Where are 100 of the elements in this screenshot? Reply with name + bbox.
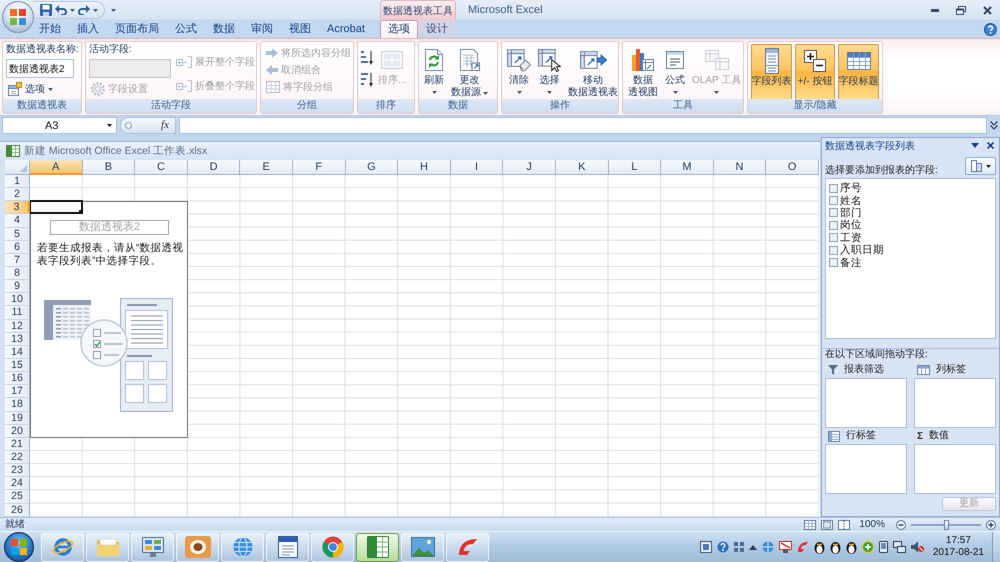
column-header[interactable]: M: [661, 160, 714, 175]
phone-icon[interactable]: [878, 541, 888, 553]
start-button[interactable]: [4, 532, 34, 562]
column-header[interactable]: E: [240, 160, 293, 175]
ribbon-button[interactable]: 数据 透视图: [626, 44, 660, 99]
globe-icon[interactable]: [762, 541, 774, 553]
ribbon-button[interactable]: 刷新: [422, 44, 446, 99]
ribbon-tab[interactable]: 公式: [167, 20, 205, 38]
field-checkbox[interactable]: [829, 208, 838, 218]
swirl-icon[interactable]: [796, 541, 809, 553]
row-header[interactable]: 11: [5, 306, 30, 320]
field-checkbox[interactable]: [829, 196, 838, 206]
plus-circle-icon[interactable]: [862, 541, 874, 553]
ribbon-tab[interactable]: 数据: [205, 20, 243, 38]
zoom-slider-thumb[interactable]: [944, 520, 949, 530]
field-name[interactable]: 入职日期: [840, 244, 884, 256]
page-layout-icon[interactable]: [821, 520, 834, 530]
close-icon[interactable]: [983, 6, 992, 14]
row-header[interactable]: 7: [5, 254, 30, 267]
network-icon[interactable]: [892, 541, 906, 553]
ribbon-tab[interactable]: 页面布局: [107, 20, 167, 38]
minimize-icon[interactable]: [931, 8, 939, 12]
penguin-icon[interactable]: [846, 540, 857, 554]
ribbon-tab[interactable]: 选项: [380, 20, 418, 38]
row-header[interactable]: 4: [5, 214, 30, 228]
field-name[interactable]: 备注: [840, 256, 862, 269]
zoom-in-icon[interactable]: [986, 520, 996, 530]
panel-menu-icon[interactable]: [971, 143, 979, 148]
layout-button[interactable]: [965, 157, 996, 175]
column-header[interactable]: B: [82, 160, 136, 175]
row-header[interactable]: 16: [5, 372, 30, 386]
ribbon-tab[interactable]: Acrobat: [319, 20, 373, 38]
save-icon[interactable]: [40, 4, 52, 16]
ribbon-tab[interactable]: 开始: [31, 20, 69, 38]
ribbon-tab[interactable]: 审阅: [243, 20, 281, 38]
ribbon-button[interactable]: 选择: [536, 44, 563, 99]
ribbon-tab[interactable]: 插入: [69, 20, 107, 38]
column-header[interactable]: N: [714, 160, 766, 175]
row-header[interactable]: 14: [5, 346, 30, 359]
help-icon[interactable]: [716, 541, 729, 553]
field-name[interactable]: 工资: [840, 232, 862, 244]
row-header[interactable]: 13: [5, 332, 30, 346]
column-header[interactable]: O: [766, 160, 819, 175]
speaker-muted-icon[interactable]: [910, 541, 924, 553]
taskbar-button[interactable]: [356, 532, 399, 562]
column-header[interactable]: G: [346, 160, 398, 175]
column-header[interactable]: C: [135, 160, 188, 175]
column-header[interactable]: J: [503, 160, 556, 175]
help-icon[interactable]: [984, 22, 997, 36]
row-header[interactable]: 15: [5, 358, 30, 372]
expand-chevron-icon[interactable]: [990, 121, 998, 130]
field-checkbox[interactable]: [829, 220, 838, 230]
row-header[interactable]: 6: [5, 240, 30, 254]
column-header[interactable]: K: [556, 160, 609, 175]
ribbon-button[interactable]: 公式: [663, 44, 687, 99]
toggle-button[interactable]: 字段列表: [751, 44, 792, 100]
row-header[interactable]: 10: [5, 293, 30, 306]
field-checkbox[interactable]: [829, 258, 838, 268]
field-name[interactable]: 岗位: [840, 219, 862, 232]
undo-icon[interactable]: [55, 5, 67, 15]
selected-cell[interactable]: [30, 200, 83, 214]
squares-icon[interactable]: [734, 542, 744, 552]
column-header[interactable]: I: [450, 160, 504, 175]
toggle-button[interactable]: +/- 按钮: [795, 44, 835, 100]
field-name[interactable]: 部门: [840, 206, 862, 219]
caret-icon[interactable]: [70, 8, 75, 12]
zoom-out-icon[interactable]: [896, 520, 906, 530]
caret-icon[interactable]: [93, 8, 98, 12]
row-header[interactable]: 2: [5, 188, 30, 202]
penguin-icon[interactable]: [830, 540, 841, 554]
close-icon[interactable]: [987, 142, 994, 149]
field-checkbox[interactable]: [829, 246, 838, 255]
page-break-icon[interactable]: [838, 520, 850, 530]
row-header[interactable]: 23: [5, 464, 30, 478]
office-button[interactable]: [2, 1, 34, 33]
row-header[interactable]: 8: [5, 266, 30, 280]
field-name[interactable]: 姓名: [840, 194, 862, 207]
row-header[interactable]: 12: [5, 320, 30, 333]
redo-icon[interactable]: [78, 5, 90, 15]
sort-descending-icon[interactable]: [361, 73, 373, 87]
field-name[interactable]: 序号: [840, 182, 862, 194]
column-header[interactable]: D: [188, 160, 240, 175]
restore-icon[interactable]: [956, 6, 966, 14]
row-header[interactable]: 19: [5, 412, 30, 425]
row-header[interactable]: 25: [5, 490, 30, 504]
row-header[interactable]: 5: [5, 228, 30, 241]
toggle-button[interactable]: 字段标题: [838, 44, 879, 100]
field-checkbox[interactable]: [829, 184, 838, 193]
box-icon[interactable]: [700, 541, 712, 553]
ribbon-button[interactable]: 清除: [505, 44, 533, 99]
caret-icon[interactable]: [111, 8, 116, 12]
monitor-icon[interactable]: [778, 541, 792, 553]
row-header[interactable]: 3: [5, 201, 30, 214]
column-header[interactable]: H: [398, 160, 451, 175]
row-header[interactable]: 20: [5, 424, 30, 438]
row-header[interactable]: 21: [5, 438, 30, 451]
ribbon-button[interactable]: 更改 数据源: [449, 44, 490, 99]
row-header[interactable]: 26: [5, 504, 30, 517]
row-header[interactable]: 9: [5, 280, 30, 294]
insert-function-button[interactable]: fx: [159, 119, 171, 132]
